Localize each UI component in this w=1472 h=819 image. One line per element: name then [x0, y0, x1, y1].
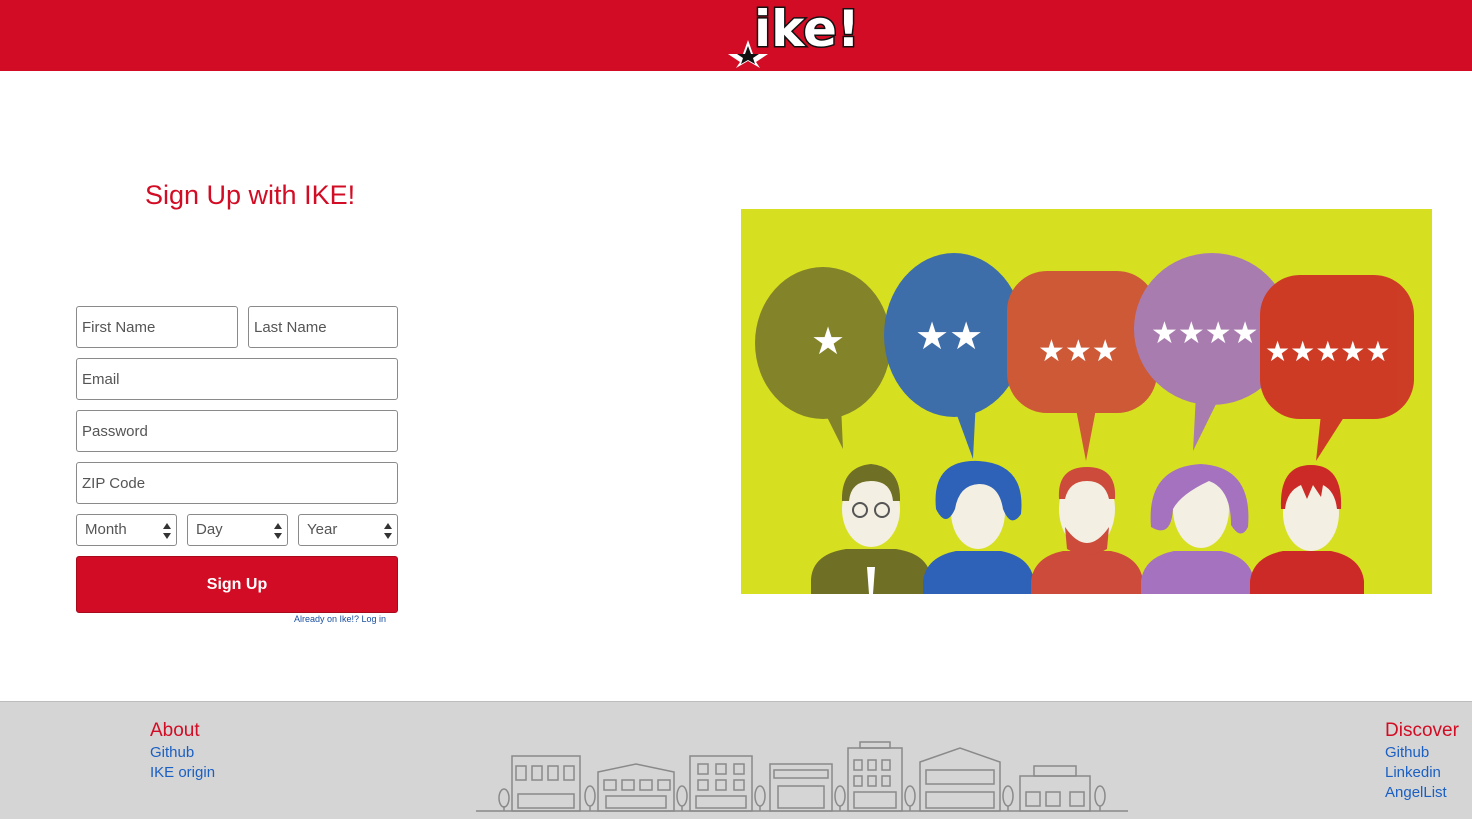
angellist-link[interactable]: AngelList [1385, 784, 1447, 801]
select-arrows-icon [274, 523, 282, 539]
town-illustration [476, 741, 1128, 812]
first-name-input[interactable] [76, 306, 238, 348]
month-select-label: Month [85, 521, 127, 538]
ike-logo[interactable]: ike! [726, 2, 878, 68]
five-star-rating: ★★★★★ [1265, 335, 1391, 368]
about-heading: About [150, 720, 200, 741]
four-star-rating: ★★★★ [1151, 316, 1259, 351]
person-1 [811, 464, 931, 594]
two-star-rating: ★★ [915, 314, 983, 358]
login-link[interactable]: Already on Ike!? Log in [294, 614, 386, 624]
one-star-rating: ★ [811, 319, 845, 363]
email-input[interactable] [76, 358, 398, 400]
person-2 [923, 460, 1034, 594]
person-4 [1141, 464, 1254, 594]
person-3 [1031, 467, 1143, 594]
ike-origin-link[interactable]: IKE origin [150, 764, 215, 781]
day-select-label: Day [196, 521, 223, 538]
zip-code-input[interactable] [76, 462, 398, 504]
linkedin-link[interactable]: Linkedin [1385, 764, 1441, 781]
password-input[interactable] [76, 410, 398, 452]
top-header-bar: ike! [0, 0, 1472, 71]
discover-github-link[interactable]: Github [1385, 744, 1429, 761]
last-name-input[interactable] [248, 306, 398, 348]
select-arrows-icon [384, 523, 392, 539]
hero-illustration: ★ ★★ ★★★ ★★★★ ★★★★★ [741, 209, 1432, 594]
day-select[interactable]: Day [187, 514, 288, 546]
discover-heading: Discover [1385, 720, 1459, 741]
year-select[interactable]: Year [298, 514, 398, 546]
year-select-label: Year [307, 521, 338, 538]
person-5 [1250, 465, 1364, 594]
rating-people-illustration: ★ ★★ ★★★ ★★★★ ★★★★★ [755, 253, 1414, 594]
logo-text: ike! [754, 2, 860, 58]
three-star-rating: ★★★ [1038, 334, 1119, 369]
page-title: Sign Up with IKE! [145, 180, 356, 210]
sign-up-button[interactable]: Sign Up [76, 556, 398, 613]
about-github-link[interactable]: Github [150, 744, 194, 761]
select-arrows-icon [163, 523, 171, 539]
month-select[interactable]: Month [76, 514, 177, 546]
